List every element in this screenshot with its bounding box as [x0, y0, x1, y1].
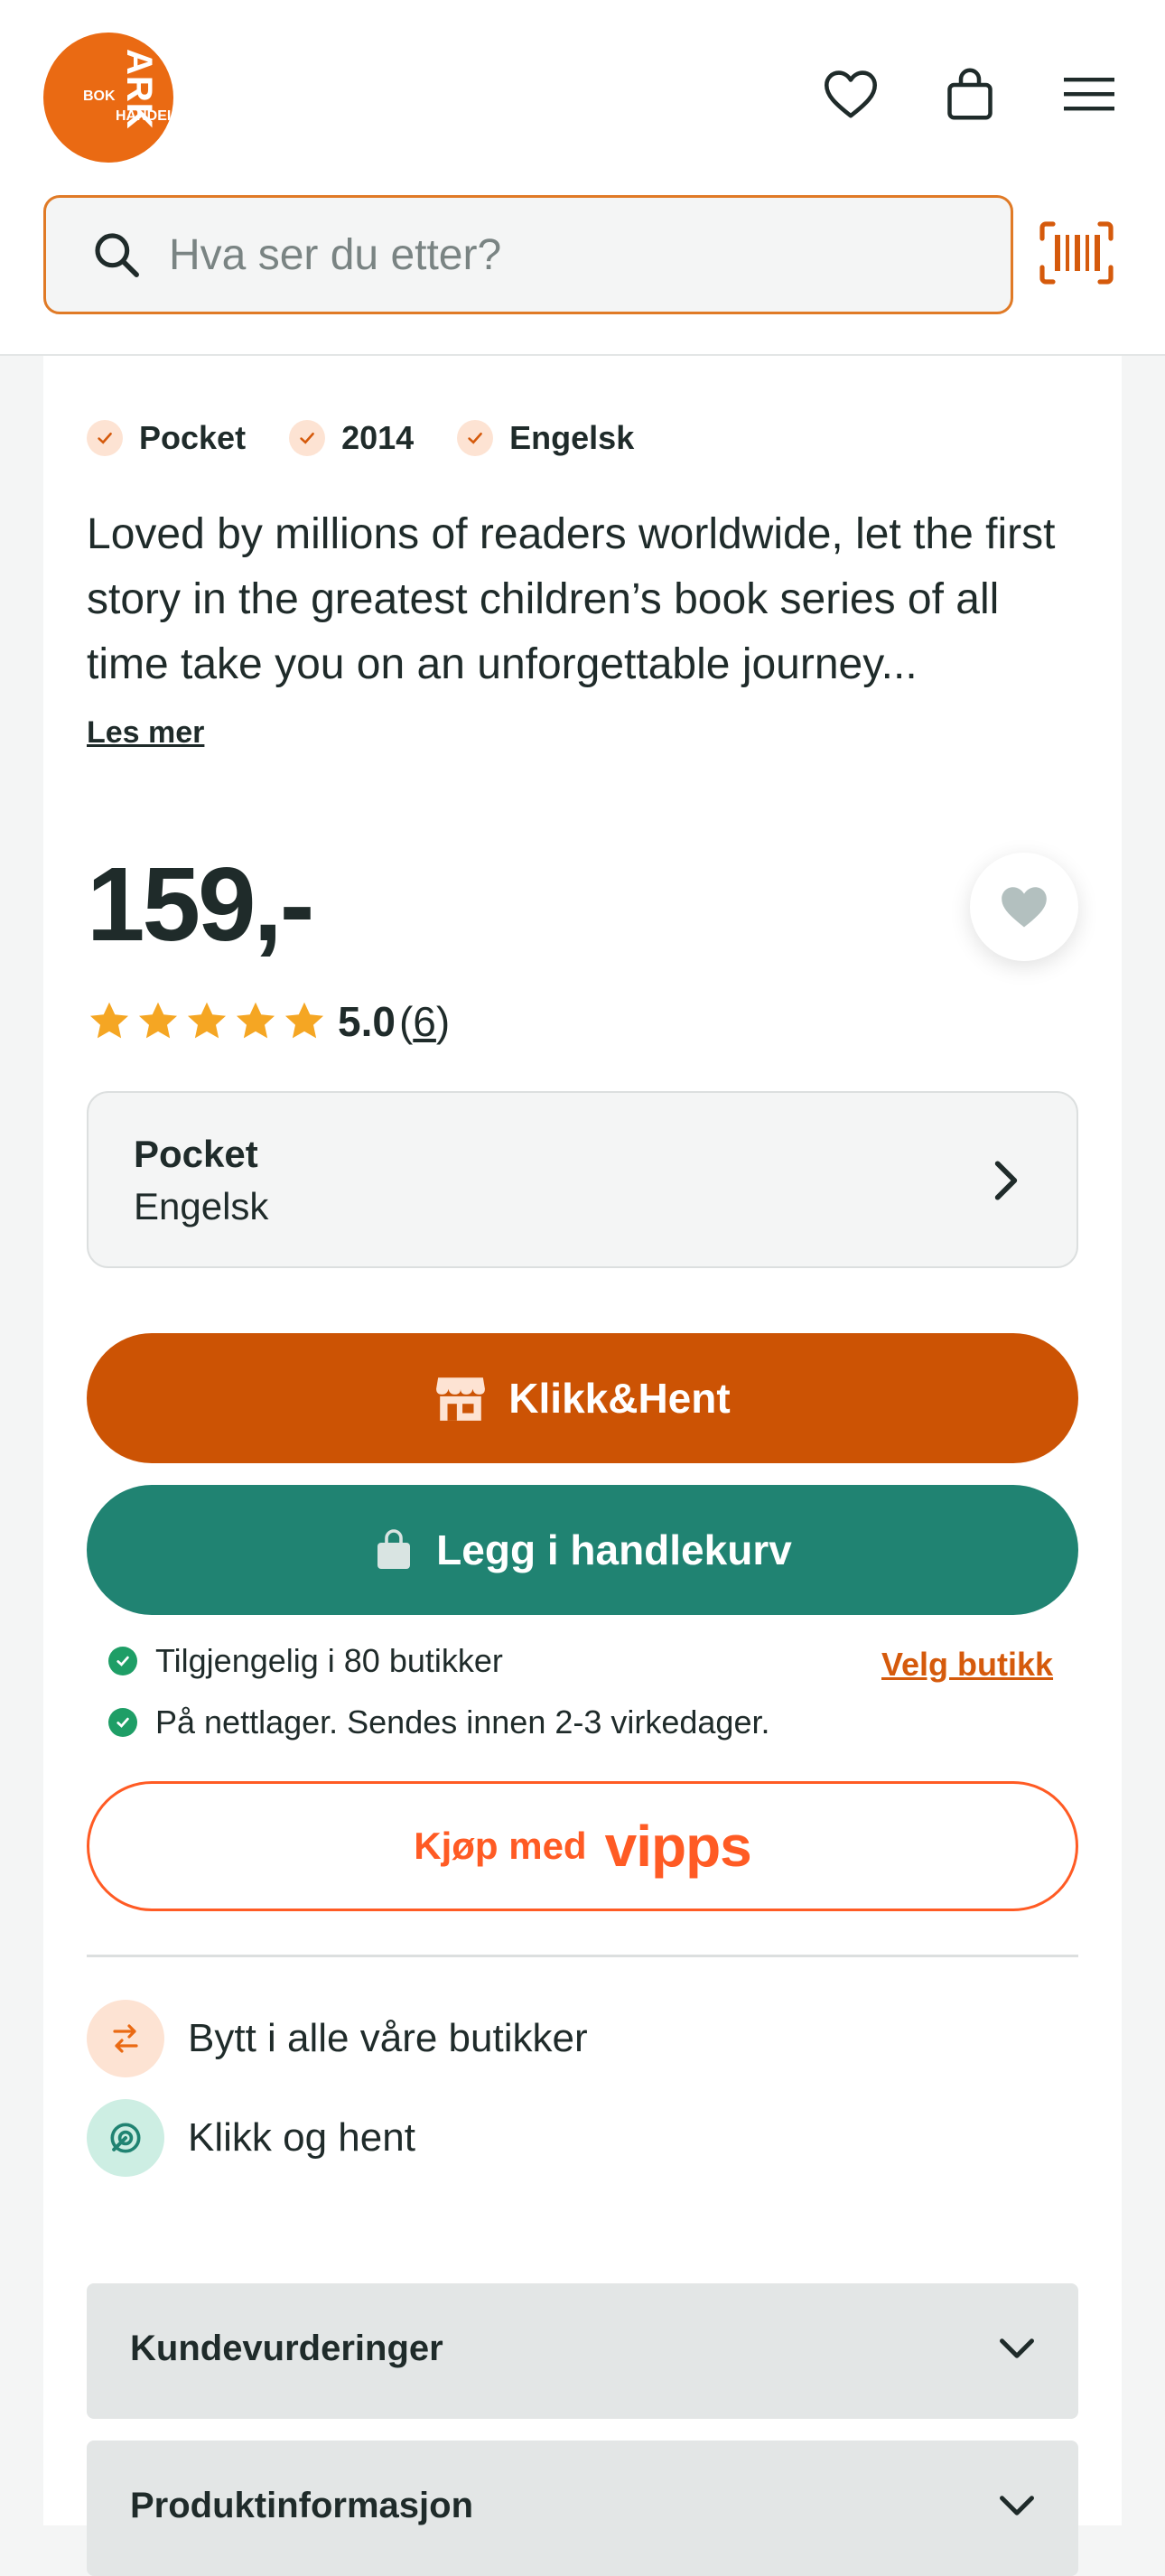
- exchange-icon: [87, 2000, 164, 2077]
- variant-selector[interactable]: Pocket Engelsk: [87, 1091, 1078, 1268]
- site-header: ARK BOK HANDEL: [0, 0, 1165, 356]
- pickup-icon: [87, 2099, 164, 2177]
- rating-count[interactable]: (6): [399, 997, 450, 1046]
- check-icon: [457, 420, 494, 456]
- star-icon: [284, 1002, 324, 1039]
- product-card: Pocket 2014 Engelsk Loved by millions of…: [43, 356, 1122, 2576]
- product-tags: Pocket 2014 Engelsk: [87, 419, 634, 457]
- chevron-down-icon: [1000, 2496, 1034, 2515]
- star-icon: [89, 1002, 129, 1039]
- divider: [87, 1955, 1078, 1957]
- star-icon: [236, 1002, 275, 1039]
- vipps-logo: vipps: [604, 1814, 752, 1879]
- click-and-collect-button[interactable]: Klikk&Hent: [87, 1333, 1078, 1463]
- check-circle-icon: [108, 1647, 137, 1675]
- star-icon: [138, 1002, 178, 1039]
- check-icon: [289, 420, 326, 456]
- perk-pickup: Klikk og hent: [87, 2099, 415, 2177]
- ark-logo[interactable]: ARK BOK HANDEL: [43, 33, 173, 163]
- buy-with-vipps-button[interactable]: Kjøp med vipps: [87, 1781, 1078, 1911]
- store-icon: [436, 1377, 486, 1421]
- accordion-product-info[interactable]: Produktinformasjon: [87, 2441, 1078, 2576]
- tag-format: Pocket: [87, 419, 246, 457]
- rating-stars: [87, 999, 327, 1044]
- wishlist-heart-icon[interactable]: [822, 65, 880, 123]
- choose-store-link[interactable]: Velg butikk: [881, 1646, 1053, 1684]
- check-icon: [87, 420, 123, 456]
- perk-exchange: Bytt i alle våre butikker: [87, 2000, 588, 2077]
- menu-icon[interactable]: [1060, 65, 1118, 123]
- accordion-reviews[interactable]: Kundevurderinger: [87, 2283, 1078, 2419]
- star-icon: [187, 1002, 227, 1039]
- search-input[interactable]: [167, 229, 890, 281]
- shopping-bag-icon[interactable]: [941, 65, 999, 123]
- barcode-scanner-icon[interactable]: [1039, 220, 1114, 285]
- product-price: 159,-: [87, 845, 314, 963]
- product-description: Loved by millions of readers worldwide, …: [87, 510, 1056, 688]
- search-icon: [95, 233, 139, 277]
- heart-icon: [1002, 887, 1047, 928]
- add-to-favorites-button[interactable]: [970, 853, 1078, 961]
- variant-language: Engelsk: [134, 1185, 269, 1227]
- product-rating[interactable]: 5.0 (6): [87, 997, 450, 1046]
- rating-value: 5.0: [338, 998, 396, 1045]
- tag-year: 2014: [289, 419, 414, 457]
- add-to-cart-button[interactable]: Legg i handlekurv: [87, 1485, 1078, 1615]
- tag-language: Engelsk: [457, 419, 634, 457]
- shopping-bag-icon: [377, 1529, 411, 1569]
- chevron-right-icon: [994, 1161, 1018, 1200]
- variant-format: Pocket: [134, 1133, 258, 1175]
- check-circle-icon: [108, 1708, 137, 1737]
- search-field[interactable]: [43, 195, 1013, 314]
- online-availability: På nettlager. Sendes innen 2-3 virkedage…: [108, 1703, 769, 1741]
- chevron-down-icon: [1000, 2338, 1034, 2358]
- store-availability: Tilgjengelig i 80 butikker: [108, 1642, 503, 1680]
- read-more-link[interactable]: Les mer: [87, 715, 204, 751]
